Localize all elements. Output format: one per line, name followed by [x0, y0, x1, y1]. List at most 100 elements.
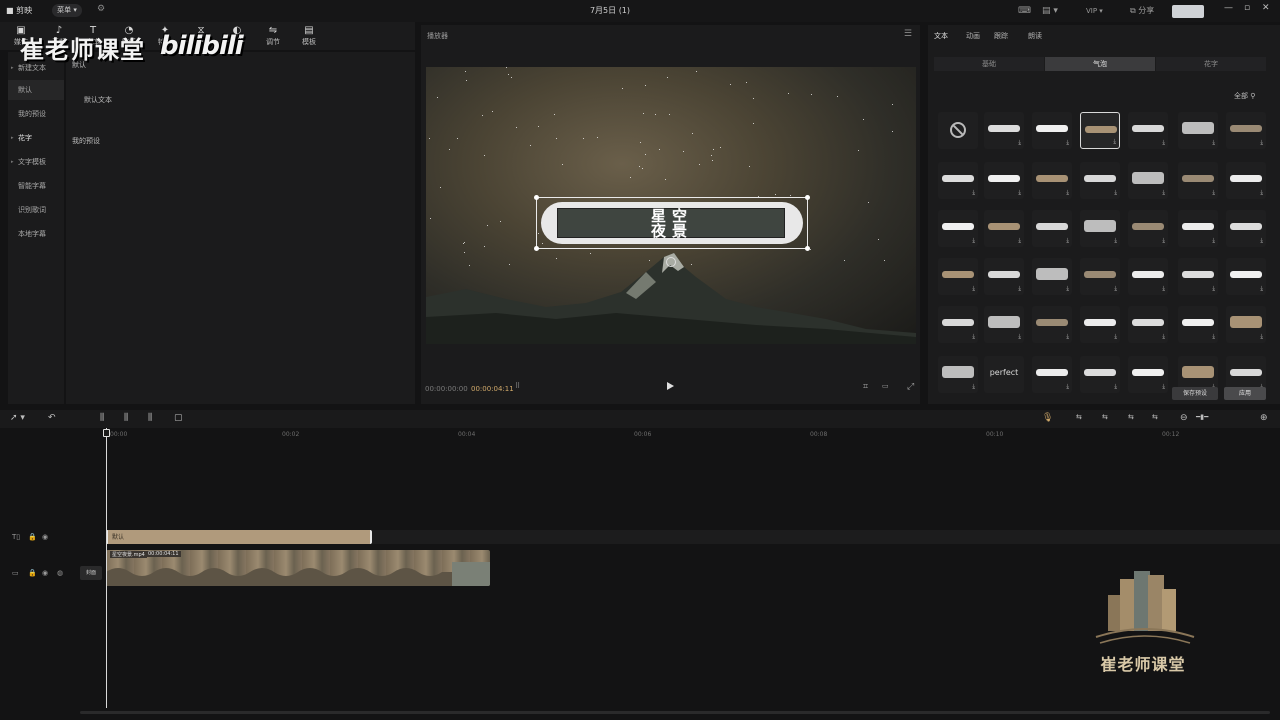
sidebar-item-fancy-text[interactable]: ▸ 花字 — [8, 128, 64, 148]
bubble-style-item[interactable]: ⤓ — [938, 210, 978, 247]
segment-bubble[interactable]: 气泡 — [1045, 57, 1155, 71]
bubble-style-item[interactable]: ⤓ — [1178, 210, 1218, 247]
bubble-style-item[interactable]: ⤓ — [984, 210, 1024, 247]
ratio-icon[interactable]: ▭ — [882, 382, 889, 390]
bubble-style-item[interactable]: ⤓ — [1128, 306, 1168, 343]
settings-icon[interactable]: ⚙ — [97, 4, 105, 14]
bubble-style-item[interactable]: ⤓ — [1226, 258, 1266, 295]
download-icon[interactable]: ⤓ — [1066, 383, 1069, 391]
bubble-style-item[interactable]: ⤓ — [1178, 162, 1218, 199]
download-icon[interactable]: ⤓ — [1066, 189, 1069, 197]
bubble-style-item[interactable]: ⤓ — [1080, 162, 1120, 199]
segment-fancy[interactable]: 花字 — [1156, 57, 1266, 71]
undo-icon[interactable]: ↶ — [48, 413, 56, 423]
bubble-style-item[interactable]: ⤓ — [1128, 162, 1168, 199]
resize-handle[interactable] — [534, 195, 539, 200]
bubble-style-item[interactable]: ⤓ — [984, 112, 1024, 149]
download-icon[interactable]: ⤓ — [1114, 285, 1117, 293]
bubble-style-item[interactable]: ⤓ — [1226, 210, 1266, 247]
download-icon[interactable]: ⤓ — [1018, 189, 1021, 197]
video-preview[interactable]: 星空 夜景 — [426, 67, 916, 344]
lock-icon[interactable]: 🔒 — [28, 533, 37, 541]
save-preset-button[interactable]: 保存预设 — [1172, 387, 1218, 400]
download-icon[interactable]: ⤓ — [1018, 139, 1021, 147]
sidebar-item-my-presets[interactable]: 我的预设 — [8, 104, 64, 124]
bubble-style-item[interactable]: ⤓ — [1128, 210, 1168, 247]
download-icon[interactable]: ⤓ — [1114, 189, 1117, 197]
bubble-style-item[interactable]: ⤓ — [984, 258, 1024, 295]
sidebar-item-local-captions[interactable]: 本地字幕 — [8, 224, 64, 244]
eye-icon[interactable]: ◉ — [42, 569, 48, 577]
share-icon[interactable]: ⧉ 分享 — [1130, 3, 1154, 19]
fullscreen-ratio-icon[interactable]: ⠿ — [515, 382, 520, 390]
bubble-style-item[interactable]: ⤓ — [1080, 210, 1120, 247]
video-clip[interactable]: 星空夜景.mp4 00:00:04:11 — [106, 550, 490, 586]
timeline-ruler[interactable]: 00:00 00:02 00:04 00:06 00:08 00:10 00:1… — [0, 428, 1280, 442]
download-icon[interactable]: ⤓ — [1066, 237, 1069, 245]
download-icon[interactable]: ⤓ — [972, 333, 975, 341]
download-icon[interactable]: ⤓ — [1260, 333, 1263, 341]
download-icon[interactable]: ⤓ — [1114, 333, 1117, 341]
microphone-icon[interactable]: 🎙 — [1042, 413, 1053, 423]
bubble-style-item[interactable]: ⤓ — [984, 162, 1024, 199]
tool-template[interactable]: ▤ 模板 — [294, 24, 324, 47]
split-right-icon[interactable]: ⫼ — [148, 413, 152, 423]
download-icon[interactable]: ⤓ — [1260, 139, 1263, 147]
fullscreen-icon[interactable]: ⤢ — [907, 382, 914, 392]
preview-axis-icon[interactable]: ⇆ — [1128, 413, 1134, 421]
download-icon[interactable]: ⤓ — [1114, 237, 1117, 245]
playhead-handle[interactable] — [103, 429, 110, 437]
zoom-out-icon[interactable]: ⊖ — [1180, 413, 1188, 423]
eye-icon[interactable]: ◉ — [42, 533, 48, 541]
link-icon[interactable]: ⇆ — [1076, 413, 1082, 421]
bubble-style-item[interactable]: ⤓ — [1032, 258, 1072, 295]
player-menu-icon[interactable]: ☰ — [904, 29, 912, 39]
audio-mute-icon[interactable]: ◍ — [57, 569, 63, 577]
download-icon[interactable]: ⤓ — [1162, 383, 1165, 391]
bubble-style-item[interactable]: ⤓ — [1128, 112, 1168, 149]
lock-icon[interactable]: 🔒 — [28, 569, 37, 577]
bubble-style-item[interactable]: ⤓ — [1032, 210, 1072, 247]
keyboard-icon[interactable]: ⌨ — [1018, 3, 1031, 19]
bubble-style-item[interactable]: ⤓ — [1032, 112, 1072, 149]
resize-handle[interactable] — [534, 246, 539, 251]
menu-button[interactable]: 菜单 ▾ — [52, 4, 82, 17]
bubble-style-item[interactable]: ⤓ — [1178, 258, 1218, 295]
bubble-style-item[interactable]: ⤓ — [1080, 112, 1120, 149]
bubble-style-item[interactable]: ⤓ — [938, 356, 978, 393]
delete-icon[interactable]: ▢ — [174, 413, 183, 423]
text-clip[interactable]: 默认 — [106, 530, 372, 544]
export-button[interactable] — [1172, 5, 1204, 18]
sidebar-item-lyrics[interactable]: 识别歌词 — [8, 200, 64, 220]
download-icon[interactable]: ⤓ — [972, 383, 975, 391]
download-icon[interactable]: ⤓ — [1162, 285, 1165, 293]
download-icon[interactable]: ⤓ — [1212, 333, 1215, 341]
zoom-in-icon[interactable]: ⊕ — [1260, 413, 1268, 423]
download-icon[interactable]: ⤓ — [1162, 139, 1165, 147]
download-icon[interactable]: ⤓ — [1018, 237, 1021, 245]
default-text-item[interactable]: 默认文本 — [84, 95, 112, 105]
bubble-style-item[interactable]: ⤓ — [1080, 306, 1120, 343]
bubble-style-item[interactable]: ⤓ — [1226, 112, 1266, 149]
bubble-style-item[interactable]: ⤓ — [1178, 306, 1218, 343]
bubble-style-item[interactable] — [938, 112, 978, 149]
layout-icon[interactable]: ▤ ▾ — [1042, 3, 1058, 19]
close-icon[interactable]: ✕ — [1262, 3, 1270, 13]
download-icon[interactable]: ⤓ — [1066, 139, 1069, 147]
tab-read-aloud[interactable]: 朗读 — [1028, 31, 1042, 41]
download-icon[interactable]: ⤓ — [1162, 333, 1165, 341]
bubble-style-item[interactable]: ⤓ — [938, 306, 978, 343]
play-icon[interactable] — [667, 382, 674, 390]
playhead[interactable] — [106, 428, 107, 708]
split-icon[interactable]: ⫼ — [100, 413, 104, 423]
download-icon[interactable]: ⤓ — [1113, 138, 1116, 146]
bubble-style-item[interactable]: ⤓ — [1128, 356, 1168, 393]
cover-button[interactable]: 封面 — [80, 566, 102, 580]
bubble-style-item[interactable]: ⤓ — [1226, 162, 1266, 199]
sidebar-item-text-templates[interactable]: ▸ 文字模板 — [8, 152, 64, 172]
download-icon[interactable]: ⤓ — [1162, 189, 1165, 197]
rotate-handle-icon[interactable] — [666, 257, 676, 267]
download-icon[interactable]: ⤓ — [1212, 139, 1215, 147]
select-tool-icon[interactable]: ➚ ▾ — [10, 413, 25, 423]
vip-icon[interactable]: VIP ▾ — [1086, 3, 1103, 19]
